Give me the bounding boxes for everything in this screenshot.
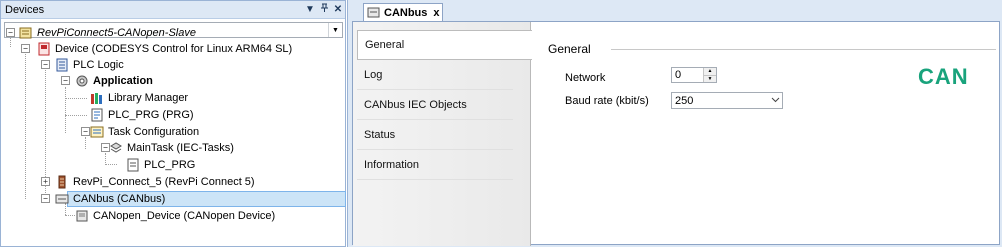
tree-line bbox=[65, 115, 87, 116]
tree-label: Device (CODESYS Control for Linux ARM64 … bbox=[55, 42, 293, 55]
spin-down-icon[interactable]: ▼ bbox=[704, 74, 716, 82]
tree-toggle[interactable]: − bbox=[41, 60, 50, 69]
document-area: General Log CANbus IEC Objects Status In… bbox=[352, 21, 1000, 246]
tree-item-task-configuration[interactable]: Task Configuration bbox=[89, 124, 199, 139]
tree-item-device[interactable]: Device (CODESYS Control for Linux ARM64 … bbox=[36, 41, 292, 56]
chevron-down-icon[interactable]: ▼ bbox=[328, 23, 342, 37]
vtab-log[interactable]: Log bbox=[357, 60, 513, 90]
vtab-general[interactable]: General bbox=[357, 30, 532, 60]
devices-header: Devices ▼ ✕ bbox=[1, 1, 345, 19]
baud-rate-value: 250 bbox=[675, 94, 694, 107]
revpi-module-icon bbox=[54, 174, 70, 189]
tree-toggle[interactable]: − bbox=[6, 28, 15, 37]
tree-label: CANopen_Device (CANopen Device) bbox=[93, 209, 276, 222]
tree-item-canbus[interactable]: CANbus (CANbus) bbox=[54, 191, 165, 206]
library-books-icon bbox=[89, 90, 105, 105]
device-icon bbox=[36, 41, 52, 56]
general-panel: General Network 0 ▲ ▼ Baud rate (kbit/s)… bbox=[531, 22, 999, 244]
tree-item-library-manager[interactable]: Library Manager bbox=[89, 90, 188, 105]
program-call-icon bbox=[125, 157, 141, 172]
tree-toggle[interactable]: + bbox=[41, 177, 50, 186]
network-value[interactable]: 0 bbox=[672, 69, 703, 81]
canopen-device-icon bbox=[74, 208, 90, 223]
tab-canbus[interactable]: CANbus x bbox=[363, 3, 443, 21]
close-pane-button[interactable]: ✕ bbox=[331, 4, 345, 15]
tree-toggle[interactable]: − bbox=[21, 44, 30, 53]
vertical-tabs: General Log CANbus IEC Objects Status In… bbox=[353, 22, 532, 246]
group-divider bbox=[611, 49, 996, 50]
canbus-tab-icon bbox=[367, 6, 380, 19]
tree-label: RevPiConnect5-CANopen-Slave bbox=[37, 26, 196, 39]
tree-toggle[interactable]: − bbox=[61, 76, 70, 85]
group-title: General bbox=[548, 42, 597, 56]
close-tab-icon[interactable]: x bbox=[433, 7, 439, 19]
tree-item-main-task[interactable]: MainTask (IEC-Tasks) bbox=[108, 140, 234, 155]
network-stepper[interactable]: 0 ▲ ▼ bbox=[671, 67, 717, 83]
devices-title: Devices bbox=[5, 3, 45, 16]
canbus-icon bbox=[54, 191, 70, 206]
tree-label: MainTask (IEC-Tasks) bbox=[127, 141, 234, 154]
tree-item-application[interactable]: Application bbox=[74, 73, 153, 88]
editor-pane: CANbus x General Log CANbus IEC Objects … bbox=[347, 0, 1002, 247]
can-logo-text: CAN bbox=[918, 64, 968, 88]
tree-label: Application bbox=[93, 74, 153, 87]
pane-menu-button[interactable]: ▼ bbox=[303, 4, 317, 15]
tree-line bbox=[65, 98, 87, 99]
plc-logic-icon bbox=[54, 57, 70, 72]
pin-pane-button[interactable] bbox=[317, 3, 331, 16]
tree-line bbox=[85, 137, 86, 149]
tree-item-plc-prg-call[interactable]: PLC_PRG bbox=[125, 157, 195, 172]
tree-label: Task Configuration bbox=[108, 125, 200, 138]
task-config-icon bbox=[89, 124, 105, 139]
tree-label: PLC Logic bbox=[73, 58, 124, 71]
tree-line bbox=[25, 49, 26, 199]
task-stack-icon bbox=[108, 140, 124, 155]
application-gear-icon bbox=[74, 73, 90, 88]
vtab-canbus-iec-objects[interactable]: CANbus IEC Objects bbox=[357, 90, 513, 120]
project-icon bbox=[18, 25, 34, 40]
vtab-information[interactable]: Information bbox=[357, 150, 513, 180]
baud-rate-select[interactable]: 250 bbox=[671, 92, 783, 109]
tree-label: PLC_PRG (PRG) bbox=[108, 108, 194, 121]
tree-label: RevPi_Connect_5 (RevPi Connect 5) bbox=[73, 175, 255, 188]
tree-item-revpi-connect[interactable]: RevPi_Connect_5 (RevPi Connect 5) bbox=[54, 174, 255, 189]
tab-label: CANbus bbox=[384, 6, 428, 19]
chevron-down-icon[interactable] bbox=[768, 96, 782, 105]
tree-item-root[interactable]: RevPiConnect5-CANopen-Slave bbox=[18, 25, 196, 40]
tree-item-plc-logic[interactable]: PLC Logic bbox=[54, 57, 124, 72]
network-label: Network bbox=[565, 72, 606, 84]
tree-item-canopen-device[interactable]: CANopen_Device (CANopen Device) bbox=[74, 208, 275, 223]
tree-line bbox=[65, 87, 66, 133]
tree-label: PLC_PRG bbox=[144, 158, 196, 171]
tree-item-plc-prg[interactable]: PLC_PRG (PRG) bbox=[89, 107, 194, 122]
can-logo: CAN bbox=[918, 64, 968, 91]
pou-document-icon bbox=[89, 107, 105, 122]
vtab-status[interactable]: Status bbox=[357, 120, 513, 150]
tree-line bbox=[105, 164, 117, 165]
devices-pane: Devices ▼ ✕ ▼ − − − − − − + − RevPiConne… bbox=[0, 0, 346, 247]
spin-buttons: ▲ ▼ bbox=[703, 68, 716, 82]
tree-label: Library Manager bbox=[108, 91, 189, 104]
tree-label: CANbus (CANbus) bbox=[73, 192, 166, 205]
tree-toggle[interactable]: − bbox=[41, 194, 50, 203]
baud-rate-label: Baud rate (kbit/s) bbox=[565, 95, 649, 107]
